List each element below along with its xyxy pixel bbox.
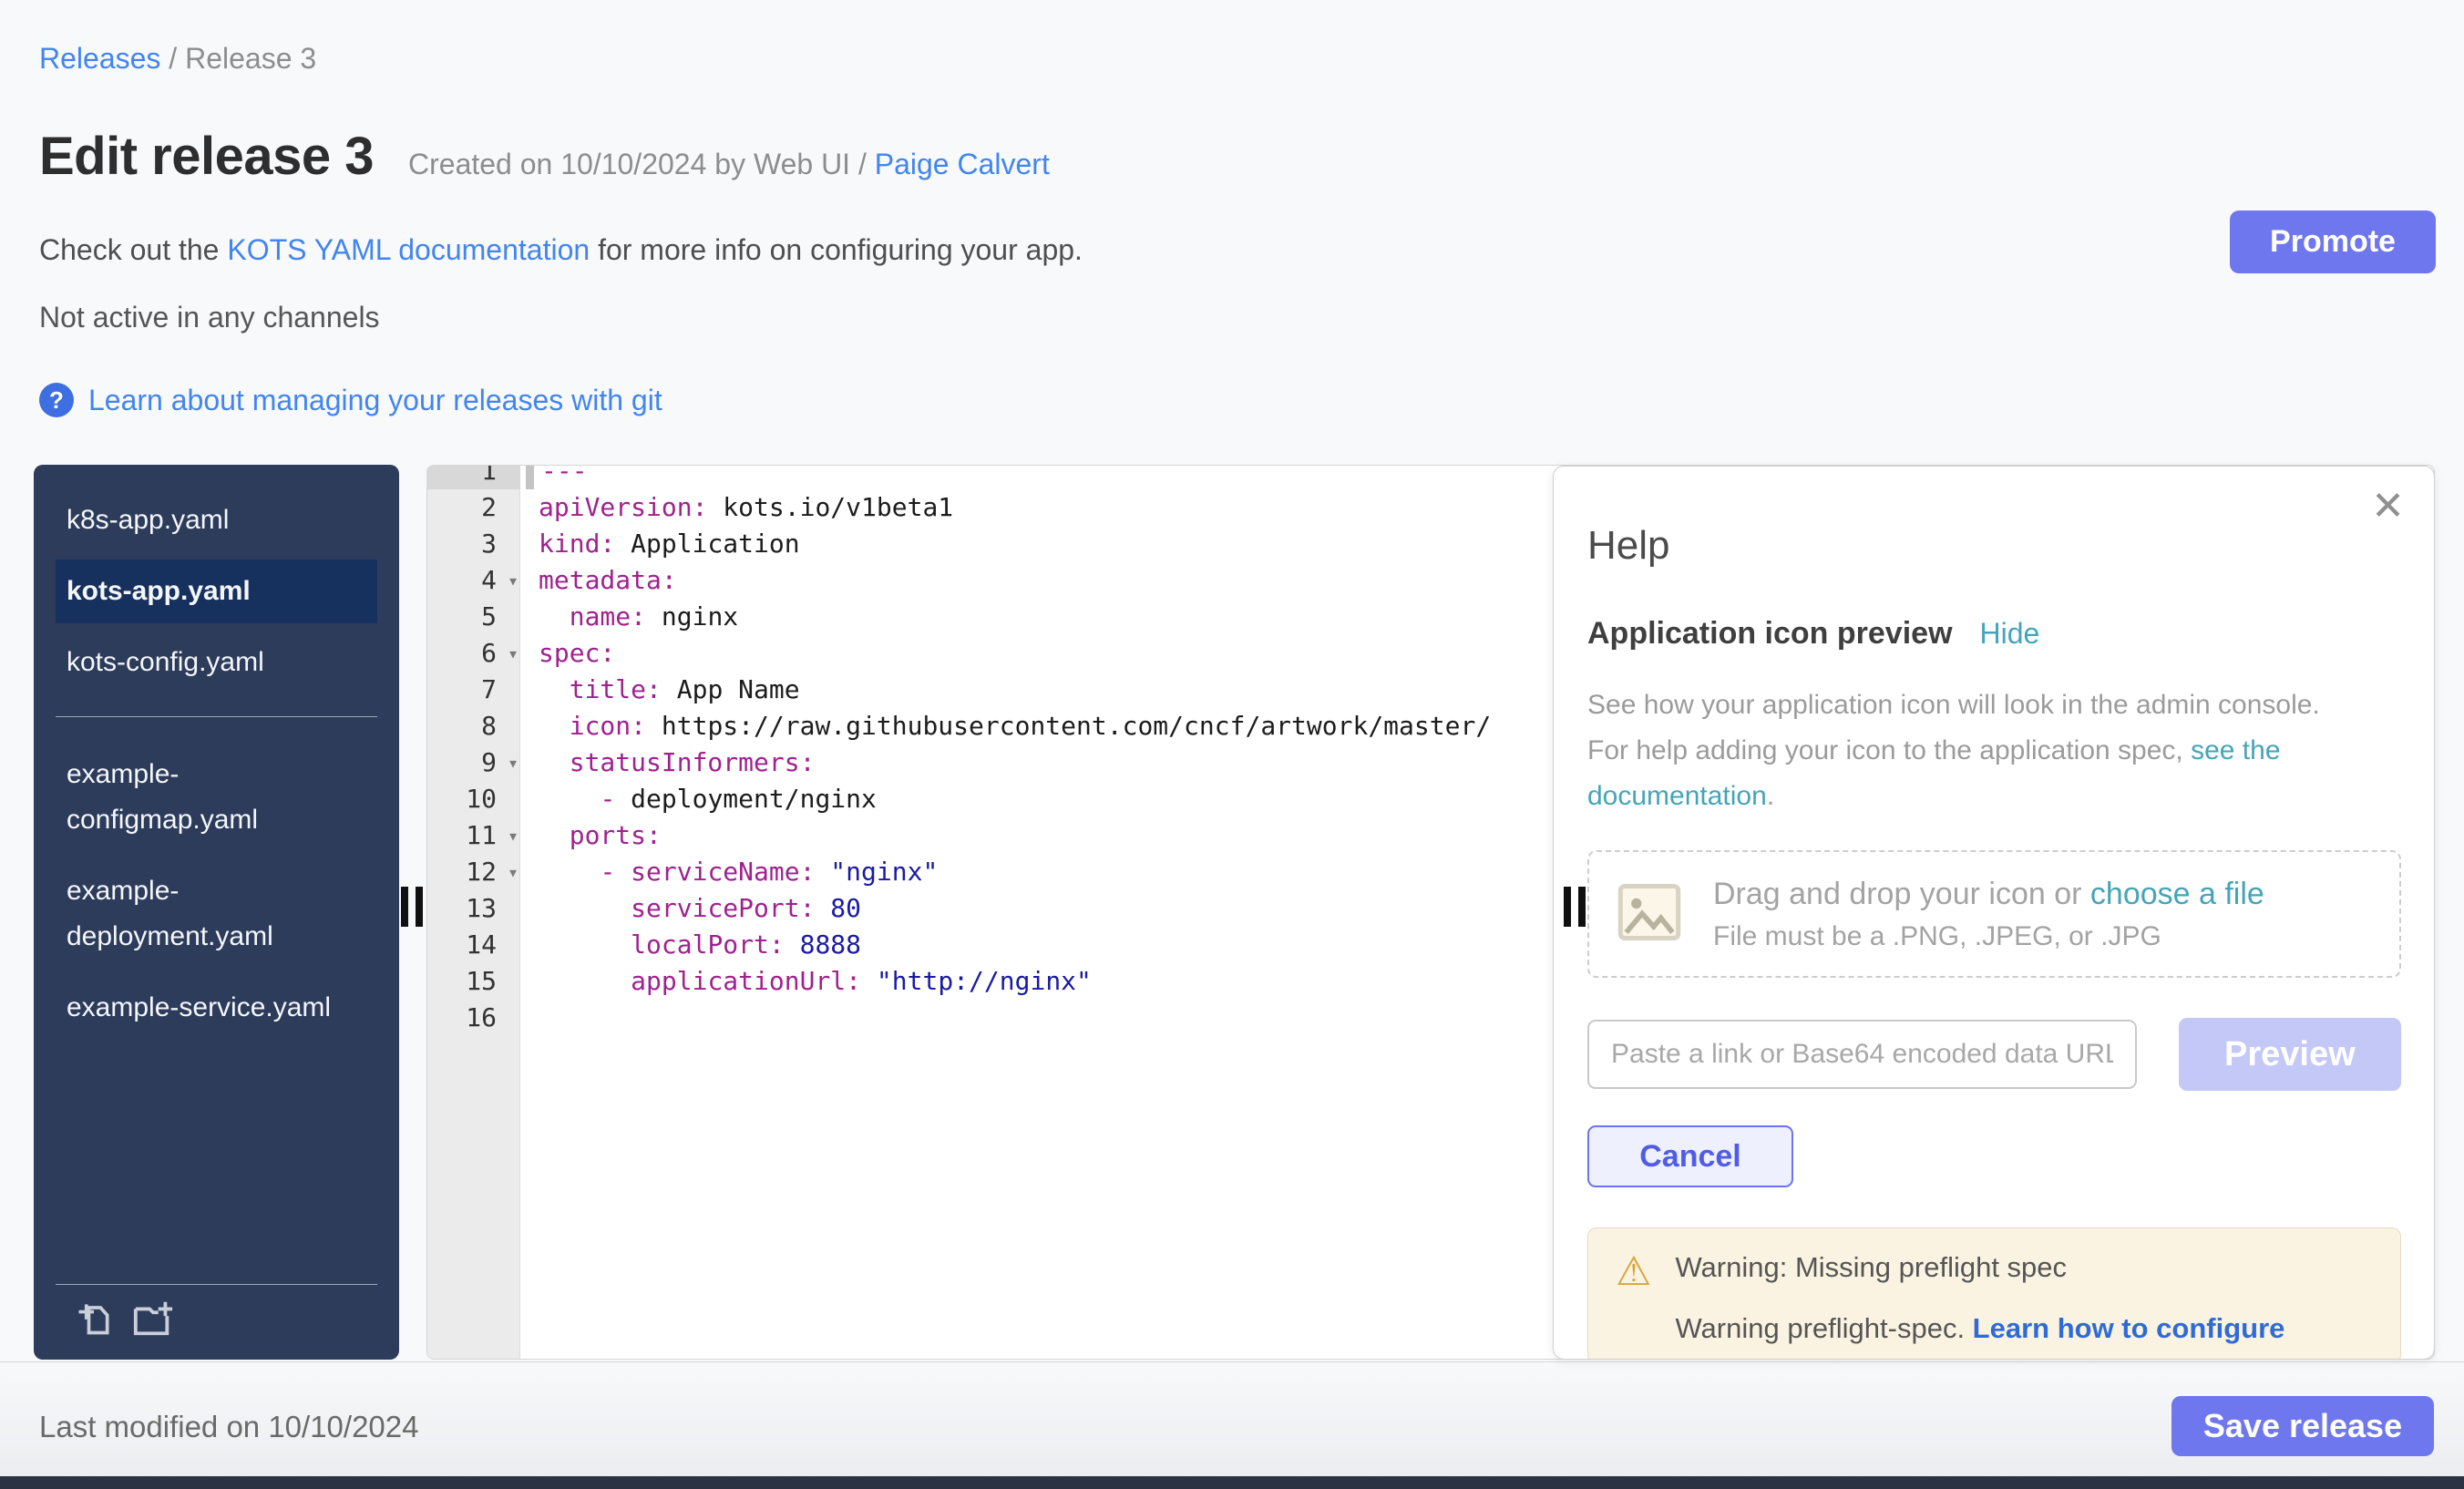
kots-yaml-docs-link[interactable]: KOTS YAML documentation: [227, 233, 590, 266]
line-number: 12▾: [427, 854, 520, 890]
release-author-link[interactable]: Paige Calvert: [875, 148, 1050, 180]
new-folder-icon[interactable]: [130, 1297, 176, 1343]
release-meta: Created on 10/10/2024 by Web UI / Paige …: [408, 148, 1050, 181]
dropzone-line2: File must be a .PNG, .JPEG, or .JPG: [1713, 921, 2264, 952]
sidebar-resize-handle[interactable]: [401, 887, 423, 927]
git-help-row[interactable]: ? Learn about managing your releases wit…: [39, 383, 662, 417]
file-item-example-service-yaml[interactable]: example-service.yaml: [56, 976, 377, 1040]
section-title: Application icon preview: [1587, 616, 1953, 652]
last-modified-text: Last modified on 10/10/2024: [39, 1410, 418, 1444]
line-number: 8: [427, 708, 520, 744]
promote-button[interactable]: Promote: [2230, 211, 2436, 273]
file-item-k8s-app-yaml[interactable]: k8s-app.yaml: [56, 488, 377, 552]
file-tree-sidebar: k8s-app.yaml kots-app.yaml kots-config.yam…: [34, 465, 399, 1360]
fold-arrow-icon[interactable]: ▾: [508, 744, 518, 781]
help-panel: ✕ Help Application icon preview Hide See…: [1553, 466, 2435, 1360]
file-item-kots-config-yaml[interactable]: kots-config.yaml: [56, 631, 377, 694]
line-text: ---: [520, 465, 588, 489]
line-number: 4▾: [427, 562, 520, 599]
icon-dropzone[interactable]: Drag and drop your icon or choose a file…: [1587, 850, 2401, 978]
fold-arrow-icon[interactable]: ▾: [508, 635, 518, 672]
icon-url-row: Preview: [1587, 1018, 2401, 1091]
line-text: kind: Application: [520, 526, 800, 562]
file-item-example-configmap-yaml[interactable]: example-configmap.yaml: [56, 743, 377, 852]
line-text: statusInformers:: [520, 744, 815, 781]
sidebar-actions: [74, 1297, 176, 1343]
line-number: 6▾: [427, 635, 520, 672]
line-text: applicationUrl: "http://nginx": [520, 963, 1092, 1000]
docs-suffix: for more info on configuring your app.: [590, 233, 1083, 266]
release-meta-text: Created on 10/10/2024 by Web UI /: [408, 148, 875, 180]
warning-text: Warning: Missing preflight spec Warning …: [1675, 1250, 2284, 1345]
docs-line: Check out the KOTS YAML documentation fo…: [39, 233, 1083, 267]
git-releases-link[interactable]: Learn about managing your releases with …: [88, 384, 662, 417]
file-item-kots-app-yaml[interactable]: kots-app.yaml: [56, 560, 377, 623]
save-release-button[interactable]: Save release: [2171, 1396, 2434, 1456]
breadcrumb-separator: /: [160, 42, 185, 75]
help-description-text: .: [1767, 781, 1774, 811]
line-text: [520, 1000, 539, 1036]
new-file-icon[interactable]: [74, 1297, 114, 1343]
editor-cursor: [526, 465, 534, 489]
hide-link[interactable]: Hide: [1980, 617, 2040, 651]
line-text: localPort: 8888: [520, 927, 861, 963]
icon-url-input[interactable]: [1587, 1020, 2137, 1089]
line-number: 2: [427, 489, 520, 526]
footer: Last modified on 10/10/2024: [0, 1361, 2464, 1476]
line-number: 1: [427, 465, 520, 489]
bottom-strip: [0, 1476, 2464, 1489]
file-list: k8s-app.yaml kots-app.yaml kots-config.yam…: [34, 488, 399, 1040]
line-text: name: nginx: [520, 599, 738, 635]
cancel-button[interactable]: Cancel: [1587, 1125, 1793, 1187]
help-title: Help: [1587, 523, 2401, 569]
line-text: servicePort: 80: [520, 890, 861, 927]
warning-title: Warning: Missing preflight spec: [1675, 1250, 2284, 1284]
line-text: - deployment/nginx: [520, 781, 877, 817]
file-item-example-deployment-yaml[interactable]: example-deployment.yaml: [56, 859, 377, 969]
preflight-warning: ⚠ Warning: Missing preflight spec Warnin…: [1587, 1227, 2401, 1360]
icon-preview-section-header: Application icon preview Hide: [1587, 616, 2401, 652]
line-number: 15: [427, 963, 520, 1000]
question-icon: ?: [39, 383, 74, 417]
line-text: icon: https://raw.githubusercontent.com/…: [520, 708, 1491, 744]
help-description: See how your application icon will look …: [1587, 683, 2364, 819]
line-number: 3: [427, 526, 520, 562]
dropzone-text: Drag and drop your icon or choose a file…: [1713, 877, 2264, 952]
choose-file-link[interactable]: choose a file: [2090, 877, 2264, 911]
line-text: - serviceName: "nginx": [520, 854, 938, 890]
line-number: 10: [427, 781, 520, 817]
page-title: Edit release 3: [39, 126, 374, 187]
breadcrumb-current: Release 3: [185, 42, 316, 75]
fold-arrow-icon[interactable]: ▾: [508, 854, 518, 890]
line-number: 9▾: [427, 744, 520, 781]
line-number: 7: [427, 672, 520, 708]
line-number: 14: [427, 927, 520, 963]
line-number: 16: [427, 1000, 520, 1036]
warning-icon: ⚠: [1616, 1250, 1651, 1345]
breadcrumb: Releases / Release 3: [39, 42, 316, 76]
preview-button[interactable]: Preview: [2179, 1018, 2401, 1091]
image-placeholder-icon: [1615, 876, 1684, 953]
line-number: 13: [427, 890, 520, 927]
close-icon[interactable]: ✕: [2371, 487, 2405, 527]
line-text: title: App Name: [520, 672, 800, 708]
docs-prefix: Check out the: [39, 233, 227, 266]
dropzone-line1: Drag and drop your icon or: [1713, 877, 2090, 911]
learn-configure-link[interactable]: Learn how to configure: [1973, 1312, 2285, 1344]
line-text: apiVersion: kots.io/v1beta1: [520, 489, 953, 526]
breadcrumb-releases-link[interactable]: Releases: [39, 42, 160, 75]
help-panel-resize-handle[interactable]: [1564, 887, 1586, 927]
warning-body: Warning preflight-spec.: [1675, 1312, 1972, 1344]
channel-status: Not active in any channels: [39, 301, 380, 334]
fold-arrow-icon[interactable]: ▾: [508, 562, 518, 599]
line-text: metadata:: [520, 562, 677, 599]
sidebar-divider: [56, 1284, 377, 1285]
fold-arrow-icon[interactable]: ▾: [508, 817, 518, 854]
line-number: 11▾: [427, 817, 520, 854]
line-number: 5: [427, 599, 520, 635]
line-text: ports:: [520, 817, 662, 854]
file-list-divider: [56, 716, 377, 717]
line-text: spec:: [520, 635, 615, 672]
title-row: Edit release 3 Created on 10/10/2024 by …: [39, 126, 1050, 187]
